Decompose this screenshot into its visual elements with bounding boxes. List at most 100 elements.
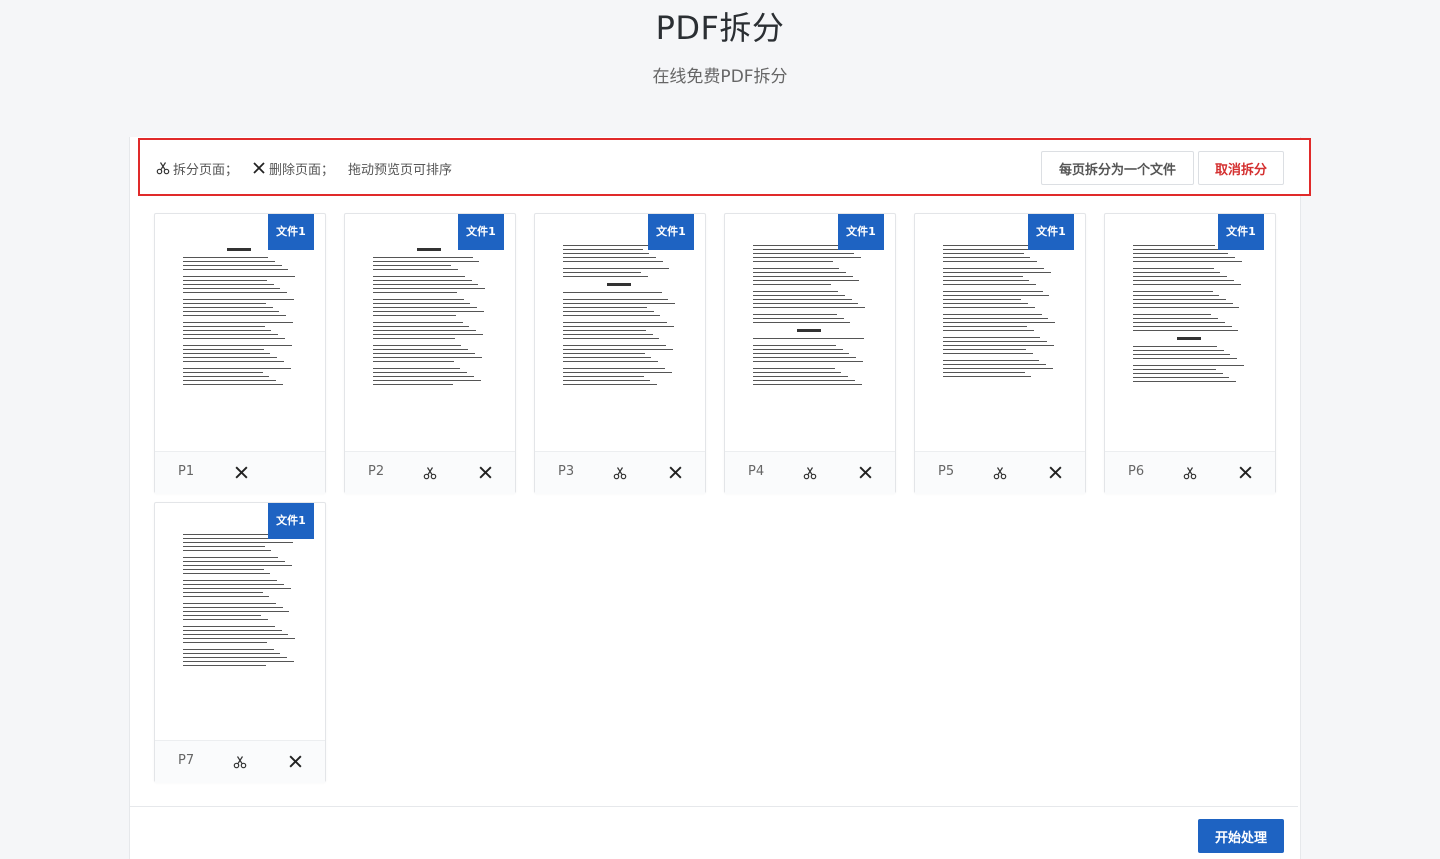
page-card-footer: P5 (915, 451, 1085, 494)
page-text-line (563, 384, 658, 385)
hint-delete: 删除页面； (252, 159, 334, 178)
page-card[interactable]: 文件1 P4 (724, 213, 896, 494)
page-text-line (943, 364, 1047, 365)
page-text-line (1133, 330, 1239, 331)
page-text-line (1133, 291, 1213, 292)
page-text-line (183, 557, 279, 558)
close-icon[interactable] (288, 754, 303, 773)
page-text-heading (227, 248, 251, 251)
page-thumbnail[interactable]: 文件1 (725, 214, 895, 451)
page-thumbnail[interactable]: 文件1 (915, 214, 1085, 451)
page-text-line (1133, 322, 1225, 323)
page-text-line (943, 261, 1038, 262)
page-text-line (183, 584, 284, 585)
page-text-line (943, 314, 1042, 315)
page-card[interactable]: 文件1 P3 (534, 213, 706, 494)
page-text-line (183, 596, 270, 597)
scissors-icon[interactable] (803, 465, 817, 484)
page-text-line (373, 322, 463, 323)
page-text-line (183, 353, 271, 354)
scissors-icon[interactable] (233, 754, 247, 773)
page-text-line (943, 272, 1051, 273)
page-text-line (183, 626, 275, 627)
split-toolbar: 拆分页面； 删除页面； 拖动预览页可排序 每页拆分为一个文件 取消拆分 (138, 138, 1311, 196)
page-text-line (753, 376, 849, 377)
page-text-line (1133, 358, 1238, 359)
split-each-page-button[interactable]: 每页拆分为一个文件 (1041, 151, 1194, 185)
page-card[interactable]: 文件1 P6 (1104, 213, 1276, 494)
page-text-line (1133, 326, 1232, 327)
page-thumbnail[interactable]: 文件1 (155, 214, 325, 451)
start-process-button[interactable]: 开始处理 (1198, 819, 1284, 853)
page-text-line (373, 311, 484, 312)
page-text-line (753, 372, 842, 373)
page-thumbnail[interactable]: 文件1 (345, 214, 515, 451)
hint-split: 拆分页面； (156, 159, 238, 178)
page-text-lines (943, 242, 1055, 383)
scissors-icon[interactable] (1183, 465, 1197, 484)
page-text-line (373, 357, 482, 358)
page-text-line (183, 534, 280, 535)
close-icon[interactable] (234, 465, 249, 484)
page-text-line (373, 372, 468, 373)
page-card[interactable]: 文件1 P1 (154, 213, 326, 494)
page-text-line (563, 253, 650, 254)
page-card[interactable]: 文件1 P7 (154, 502, 326, 783)
page-text-line (943, 322, 1055, 323)
scissors-icon[interactable] (993, 465, 1007, 484)
page-text-heading (797, 329, 821, 332)
page-text-line (753, 357, 857, 358)
page-text-heading (607, 283, 631, 286)
page-text-line (183, 276, 295, 277)
close-icon[interactable] (668, 465, 683, 484)
page-text-line (943, 291, 1043, 292)
page-card-footer: P7 (155, 740, 325, 783)
page-thumbnail[interactable]: 文件1 (535, 214, 705, 451)
page-text-line (1133, 280, 1234, 281)
page-text-line (183, 542, 293, 543)
page-text-line (1133, 299, 1226, 300)
scissors-icon[interactable] (423, 465, 437, 484)
page-thumbnail[interactable]: 文件1 (155, 503, 325, 740)
page-text-line (373, 326, 470, 327)
page-text-line (1133, 261, 1242, 262)
page-card-footer: P1 (155, 451, 325, 494)
scissors-icon[interactable] (613, 465, 627, 484)
page-text-line (1133, 307, 1240, 308)
page-text-line (563, 353, 645, 354)
page-text-line (943, 268, 1044, 269)
page-text-line (943, 349, 1026, 350)
page-text-line (943, 360, 1040, 361)
file-group-badge: 文件1 (458, 214, 504, 250)
page-text-line (373, 292, 457, 293)
page-text-lines (563, 242, 675, 391)
page-text-line (753, 380, 855, 381)
page-thumbnail[interactable]: 文件1 (1105, 214, 1275, 451)
page-text-line (563, 330, 646, 331)
page-text-lines (183, 531, 295, 672)
page-text-line (753, 249, 848, 250)
page-text-line (373, 376, 474, 377)
page-card[interactable]: 文件1 P2 (344, 213, 516, 494)
close-icon[interactable] (858, 465, 873, 484)
page-text-line (1133, 249, 1222, 250)
page-text-line (563, 376, 644, 377)
page-text-line (753, 361, 863, 362)
page-text-line (373, 288, 485, 289)
close-icon[interactable] (1048, 465, 1063, 484)
cancel-split-button[interactable]: 取消拆分 (1198, 151, 1284, 185)
close-icon[interactable] (478, 465, 493, 484)
page-text-line (183, 376, 270, 377)
page-card-footer: P6 (1105, 451, 1275, 494)
page-text-line (183, 338, 285, 339)
page-text-line (183, 261, 275, 262)
page-text-line (1133, 373, 1223, 374)
page-text-line (943, 337, 1041, 338)
page-text-line (373, 307, 478, 308)
close-icon[interactable] (1238, 465, 1253, 484)
page-text-line (183, 322, 293, 323)
page-number: P7 (178, 753, 195, 768)
page-text-line (373, 303, 471, 304)
page-card[interactable]: 文件1 P5 (914, 213, 1086, 494)
page-text-line (563, 357, 652, 358)
